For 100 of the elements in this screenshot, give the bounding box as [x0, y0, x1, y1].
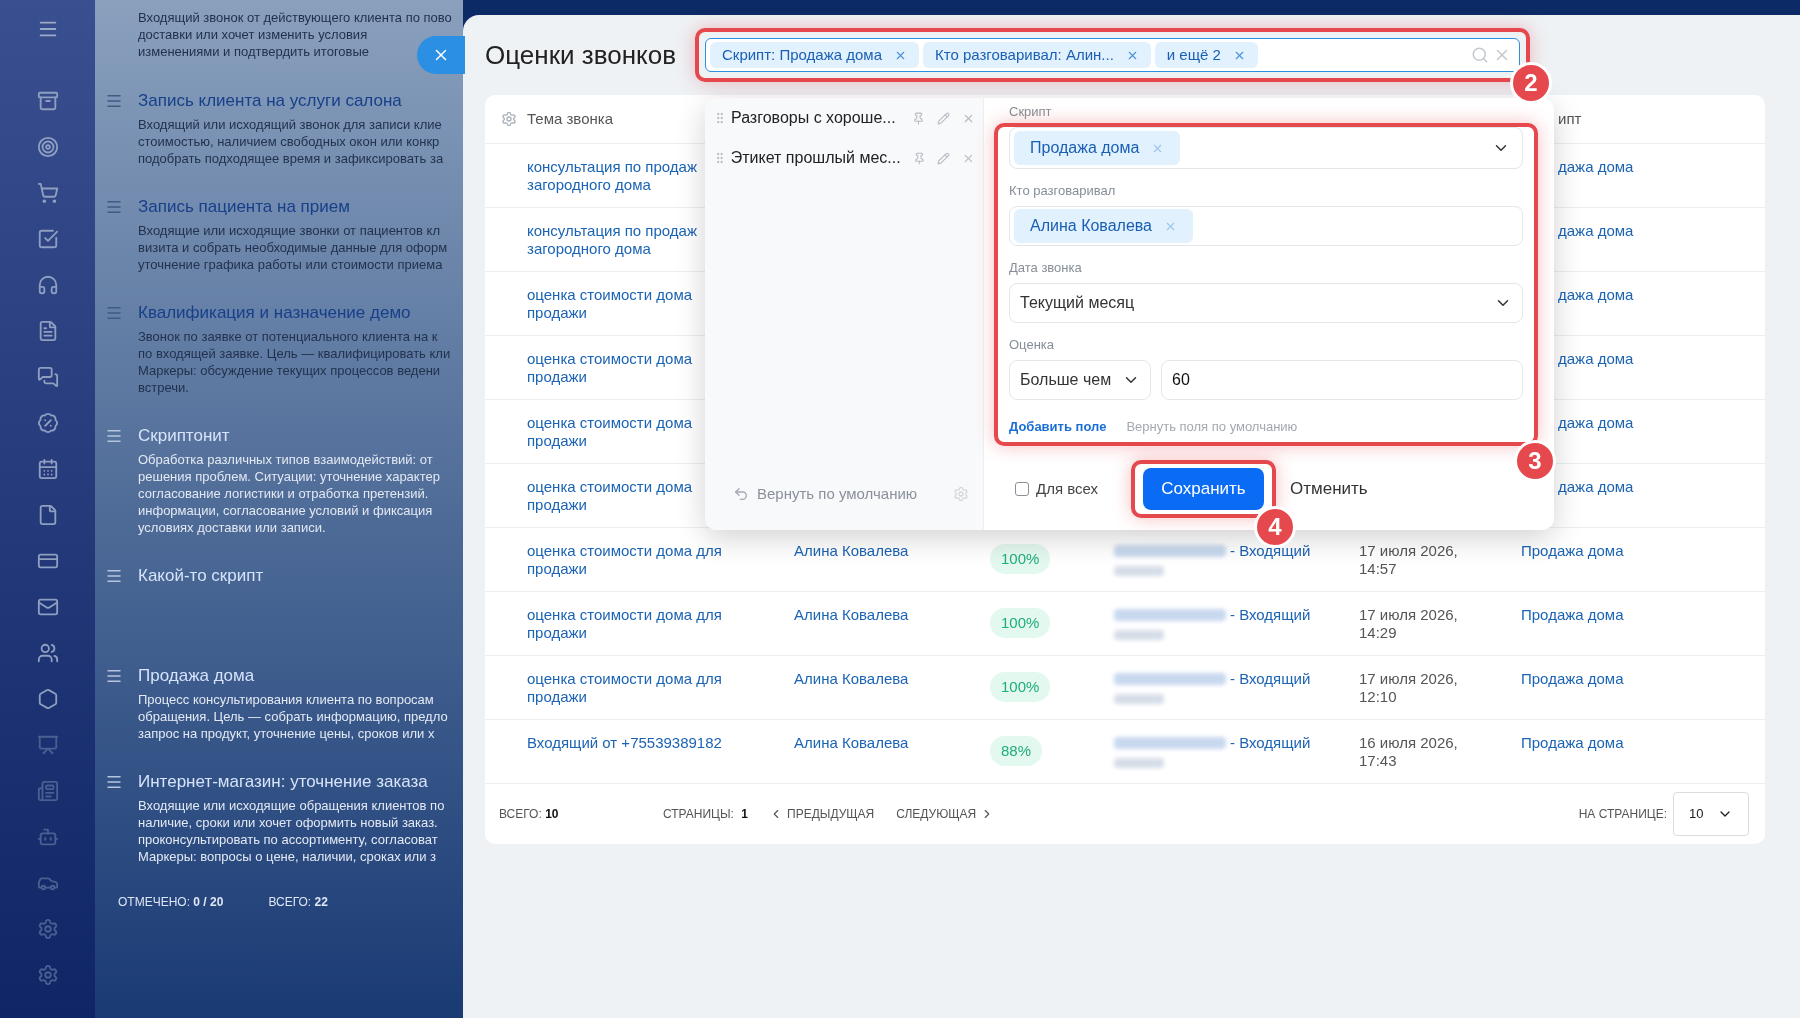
person-link[interactable]: Алина Ковалева — [794, 606, 909, 623]
description-line: информации, согласование условий и фиксация — [138, 502, 433, 519]
script-link[interactable]: дажа дома — [1558, 350, 1634, 399]
drag-handle-icon[interactable] — [105, 198, 123, 216]
description-line: стоимостью, наличием свободных окон или конкр — [138, 133, 440, 150]
users-icon[interactable] — [36, 642, 59, 664]
robot-icon[interactable] — [36, 826, 59, 848]
call-topic-link[interactable]: оценка стоимости дома для продажи — [527, 542, 722, 578]
mail-icon[interactable] — [36, 596, 59, 618]
settings-icon[interactable] — [36, 964, 59, 986]
target-icon[interactable] — [36, 136, 59, 158]
pin-icon[interactable] — [912, 151, 926, 165]
call-topic-link[interactable]: консультация по продаж загородного дома — [527, 158, 697, 194]
filter-chip[interactable]: Кто разговаривал: Алин... — [922, 42, 1151, 68]
script-title[interactable]: Скриптонит — [138, 424, 440, 448]
date-select[interactable]: Текущий месяц — [1009, 283, 1523, 323]
filter-preset[interactable]: Разговоры с хороше... — [705, 98, 983, 138]
script-title[interactable]: Интернет-магазин: уточнение заказа — [138, 770, 445, 794]
script-link[interactable]: Продажа дома — [1521, 542, 1624, 591]
call-topic-link[interactable]: оценка стоимости дома продажи — [527, 350, 693, 386]
column-header[interactable]: ипт — [1558, 107, 1582, 131]
drag-handle-icon[interactable] — [105, 567, 123, 585]
step-number: 3 — [1514, 440, 1556, 482]
script-link[interactable]: дажа дома — [1558, 158, 1634, 207]
page-count: СТРАНИЦЫ: 1 — [663, 806, 749, 823]
call-topic-link[interactable]: консультация по продаж загородного дома — [527, 222, 697, 258]
score-badge: 100% — [990, 672, 1051, 702]
script-title[interactable]: Запись клиента на услуги салона — [138, 89, 444, 113]
operator-select[interactable]: Больше чем — [1009, 360, 1151, 400]
person-link[interactable]: Алина Ковалева — [794, 542, 909, 559]
settings-icon[interactable] — [501, 111, 517, 127]
headphones-icon[interactable] — [36, 274, 59, 296]
filter-preset[interactable]: Этикет прошлый мес... — [705, 138, 983, 178]
per-page-select[interactable]: 10 — [1673, 792, 1749, 836]
call-topic-link[interactable]: оценка стоимости дома для продажи — [527, 670, 722, 706]
settings-icon[interactable] — [36, 918, 59, 940]
call-topic-link[interactable]: оценка стоимости дома продажи — [527, 286, 693, 322]
description-line: встречи. — [138, 379, 189, 396]
script-link[interactable]: Продажа дома — [1521, 606, 1624, 655]
field-label: Оценка — [1009, 336, 1056, 354]
drag-handle-icon[interactable] — [105, 304, 123, 322]
script-link[interactable]: дажа дома — [1558, 414, 1634, 463]
chat-icon[interactable] — [36, 366, 59, 388]
search-icon[interactable] — [1471, 46, 1489, 64]
cart-icon[interactable] — [36, 182, 59, 204]
close-button[interactable] — [417, 36, 465, 74]
edit-icon[interactable] — [937, 151, 951, 165]
add-field-link[interactable]: Добавить поле — [1009, 419, 1107, 435]
description-line: Входящий звонок от действующего клиента по пово — [138, 9, 452, 26]
description-line: подобрать подходящее время и зафиксировать за — [138, 150, 444, 167]
person-link[interactable]: Алина Ковалева — [794, 734, 909, 751]
newspaper-icon[interactable] — [36, 780, 59, 802]
hexagon-icon[interactable] — [36, 688, 59, 710]
script-title[interactable]: Какой-то скрипт — [138, 564, 264, 588]
call-link[interactable]: - Входящий — [1230, 670, 1311, 688]
script-link[interactable]: дажа дома — [1558, 222, 1634, 271]
person-link[interactable]: Алина Ковалева — [794, 670, 909, 687]
script-link[interactable]: дажа дома — [1558, 286, 1634, 335]
call-link[interactable]: - Входящий — [1230, 734, 1311, 752]
cancel-button[interactable]: Отменить — [1290, 476, 1368, 502]
settings-icon[interactable] — [953, 486, 969, 502]
script-title[interactable]: Продажа дома — [138, 664, 448, 688]
drag-handle-icon[interactable] — [105, 427, 123, 445]
tag-field[interactable]: Алина Ковалева — [1009, 206, 1523, 246]
calendar-icon[interactable] — [36, 458, 59, 480]
total-count: ВСЕГО: 10 — [499, 806, 560, 823]
call-topic-link[interactable]: оценка стоимости дома продажи — [527, 414, 693, 450]
drag-handle-icon[interactable] — [105, 773, 123, 791]
filter-chip[interactable]: и ещё 2 — [1154, 42, 1258, 68]
checkbox-icon[interactable] — [36, 228, 59, 250]
previous-page-button[interactable]: ПРЕДЫДУЩАЯ — [769, 805, 875, 823]
call-topic-link[interactable]: оценка стоимости дома продажи — [527, 478, 693, 514]
filter-chip[interactable]: Скрипт: Продажа дома — [710, 42, 919, 68]
drag-handle-icon[interactable] — [105, 667, 123, 685]
pin-icon[interactable] — [912, 111, 925, 125]
call-topic-link[interactable]: оценка стоимости дома для продажи — [527, 606, 722, 642]
presentation-icon[interactable] — [36, 734, 59, 756]
score-input[interactable]: 60 — [1161, 360, 1523, 400]
for-all-checkbox[interactable]: Для всех — [1015, 477, 1131, 501]
call-link[interactable]: - Входящий — [1230, 606, 1311, 624]
archive-icon[interactable] — [36, 90, 59, 112]
call-topic-link[interactable]: Входящий от +75539389182 — [527, 734, 722, 752]
tag-label: Продажа дома — [1030, 138, 1140, 158]
tag-label: Алина Ковалева — [1030, 216, 1152, 236]
drag-handle-icon[interactable] — [105, 92, 123, 110]
script-link[interactable]: Продажа дома — [1521, 670, 1624, 719]
filter-search-bar[interactable]: Скрипт: Продажа дома Кто разговаривал: Алин... и ещё 2 — [705, 38, 1520, 72]
discount-icon[interactable] — [36, 412, 59, 434]
call-date: 17 июля 2026, 12:10 — [1359, 670, 1458, 705]
description-line: по входящей заявке. Цель — квалифицировать кли — [138, 345, 451, 362]
script-link[interactable]: дажа дома — [1558, 478, 1634, 527]
save-button[interactable]: Сохранить — [1143, 468, 1264, 510]
tag-chip[interactable]: Алина Ковалева — [1014, 209, 1193, 243]
tag-chip[interactable]: Продажа дома — [1014, 131, 1181, 165]
tag-select-field[interactable]: Продажа дома — [1009, 127, 1523, 169]
description-line: наличие, сроки или хочет оформить новый заказ. — [138, 814, 438, 831]
next-page-button[interactable]: СЛЕДУЮЩАЯ — [896, 805, 995, 823]
script-link[interactable]: Продажа дома — [1521, 734, 1624, 783]
edit-icon[interactable] — [937, 111, 950, 125]
call-date: 17 июля 2026, 14:57 — [1359, 542, 1458, 577]
